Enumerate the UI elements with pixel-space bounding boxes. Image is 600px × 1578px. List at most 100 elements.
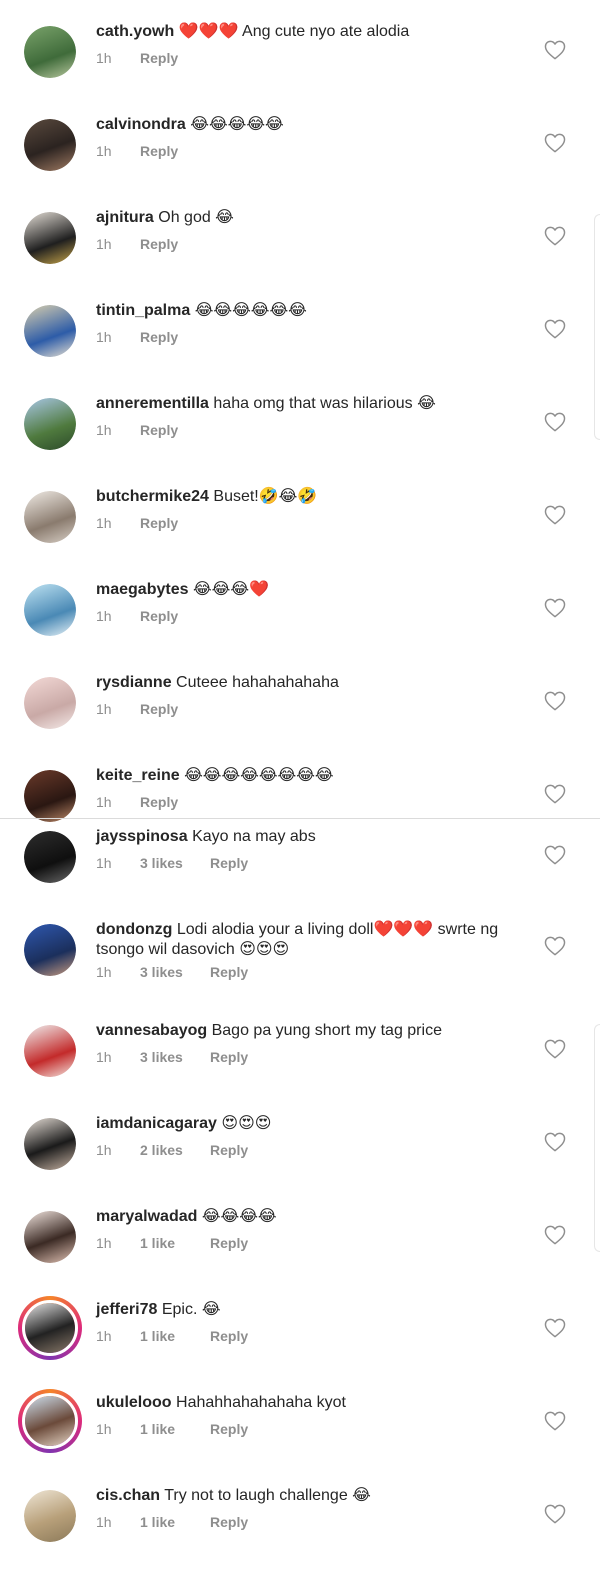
avatar[interactable] [24,398,76,450]
comment-body: Epic. 😂 [161,1301,221,1318]
reply-button[interactable]: Reply [140,608,178,624]
avatar[interactable] [24,584,76,636]
comment-row: tintin_palma 😂😂😂😂😂😂 1h Reply [0,297,600,387]
reply-button[interactable]: Reply [210,964,248,980]
comment-text: ukulelooo Hahahhahahahaha kyot [96,1393,516,1413]
heart-outline-icon[interactable] [544,412,566,432]
scrollbar-top[interactable] [594,214,600,440]
avatar[interactable] [24,770,76,822]
heart-outline-icon[interactable] [544,784,566,804]
scrollbar-bottom[interactable] [594,1024,600,1252]
reply-button[interactable]: Reply [140,701,178,717]
reply-button[interactable]: Reply [140,236,178,252]
comment-username[interactable]: ajnitura [96,209,154,226]
heart-outline-icon[interactable] [544,40,566,60]
comment-username[interactable]: vannesabayog [96,1022,207,1039]
comment-username[interactable]: rysdianne [96,674,172,691]
reply-button[interactable]: Reply [210,1049,248,1065]
comment-body: Hahahhahahahaha kyot [176,1394,346,1411]
heart-outline-icon[interactable] [544,691,566,711]
comment-row: vannesabayog Bago pa yung short my tag p… [0,1017,600,1107]
avatar[interactable] [24,305,76,357]
heart-outline-icon[interactable] [544,598,566,618]
comment-row: jaysspinosa Kayo na may abs 1h 3 likes Repl… [0,823,600,913]
avatar[interactable] [24,491,76,543]
heart-outline-icon[interactable] [544,1132,566,1152]
reply-button[interactable]: Reply [140,329,178,345]
comment-text: keite_reine 😂😂😂😂😂😂😂😂 [96,766,516,786]
reply-button[interactable]: Reply [210,1421,248,1437]
heart-outline-icon[interactable] [544,1318,566,1338]
comment-meta: 1h Reply [96,608,178,624]
reply-button[interactable]: Reply [210,855,248,871]
comment-username[interactable]: ukulelooo [96,1394,172,1411]
comment-likes-count[interactable]: 3 likes [140,855,210,871]
avatar[interactable] [24,26,76,78]
comment-username[interactable]: annerementilla [96,395,209,412]
avatar[interactable] [24,212,76,264]
comment-timestamp: 1h [96,236,112,252]
reply-button[interactable]: Reply [140,50,178,66]
avatar[interactable] [24,831,76,883]
comment-body: Try not to laugh challenge 😂 [164,1487,371,1504]
reply-button[interactable]: Reply [210,1328,248,1344]
comment-timestamp: 1h [96,1142,112,1158]
comment-text: cath.yowh ❤️❤️❤️ Ang cute nyo ate alodia [96,22,516,42]
comment-likes-count[interactable]: 2 likes [140,1142,210,1158]
reply-button[interactable]: Reply [140,422,178,438]
comment-likes-count[interactable]: 1 like [140,1421,210,1437]
comment-row: butchermike24 Buset!🤣😂🤣 1h Reply [0,483,600,573]
comment-likes-count[interactable]: 1 like [140,1235,210,1251]
comment-username[interactable]: maegabytes [96,581,189,598]
comment-body: Buset!🤣😂🤣 [213,488,318,505]
comment-likes-count[interactable]: 3 likes [140,964,210,980]
reply-button[interactable]: Reply [140,143,178,159]
comment-username[interactable]: dondonzg [96,921,172,938]
reply-button[interactable]: Reply [210,1235,248,1251]
reply-button[interactable]: Reply [210,1514,248,1530]
comment-username[interactable]: butchermike24 [96,488,209,505]
reply-button[interactable]: Reply [140,794,178,810]
heart-outline-icon[interactable] [544,1504,566,1524]
avatar[interactable] [24,924,76,976]
comment-username[interactable]: keite_reine [96,767,180,784]
comment-username[interactable]: iamdanicagaray [96,1115,217,1132]
comment-username[interactable]: cath.yowh [96,23,174,40]
comment-username[interactable]: tintin_palma [96,302,190,319]
comment-row: ukulelooo Hahahhahahahaha kyot 1h 1 like Re… [0,1389,600,1479]
comment-username[interactable]: jaysspinosa [96,828,188,845]
comment-meta: 1h 3 likes Reply [96,855,248,871]
comment-meta: 1h Reply [96,329,178,345]
avatar[interactable] [24,1025,76,1077]
comment-body: Kayo na may abs [192,828,316,845]
comment-username[interactable]: calvinondra [96,116,186,133]
heart-outline-icon[interactable] [544,319,566,339]
comment-username[interactable]: cis.chan [96,1487,160,1504]
reply-button[interactable]: Reply [210,1142,248,1158]
avatar[interactable] [24,1118,76,1170]
heart-outline-icon[interactable] [544,845,566,865]
heart-outline-icon[interactable] [544,1039,566,1059]
comment-meta: 1h 1 like Reply [96,1514,248,1530]
comment-likes-count[interactable]: 1 like [140,1328,210,1344]
comment-meta: 1h Reply [96,794,178,810]
avatar[interactable] [24,119,76,171]
comment-username[interactable]: jefferi78 [96,1301,157,1318]
heart-outline-icon[interactable] [544,936,566,956]
heart-outline-icon[interactable] [544,226,566,246]
avatar[interactable] [24,677,76,729]
comment-likes-count[interactable]: 3 likes [140,1049,210,1065]
avatar[interactable] [18,1389,82,1453]
heart-outline-icon[interactable] [544,1411,566,1431]
avatar[interactable] [18,1296,82,1360]
avatar[interactable] [24,1490,76,1542]
reply-button[interactable]: Reply [140,515,178,531]
comment-likes-count[interactable]: 1 like [140,1514,210,1530]
heart-outline-icon[interactable] [544,133,566,153]
heart-outline-icon[interactable] [544,1225,566,1245]
comment-timestamp: 1h [96,329,112,345]
comment-username[interactable]: maryalwadad [96,1208,197,1225]
avatar[interactable] [24,1211,76,1263]
comment-text: ajnitura Oh god 😂 [96,208,516,228]
heart-outline-icon[interactable] [544,505,566,525]
